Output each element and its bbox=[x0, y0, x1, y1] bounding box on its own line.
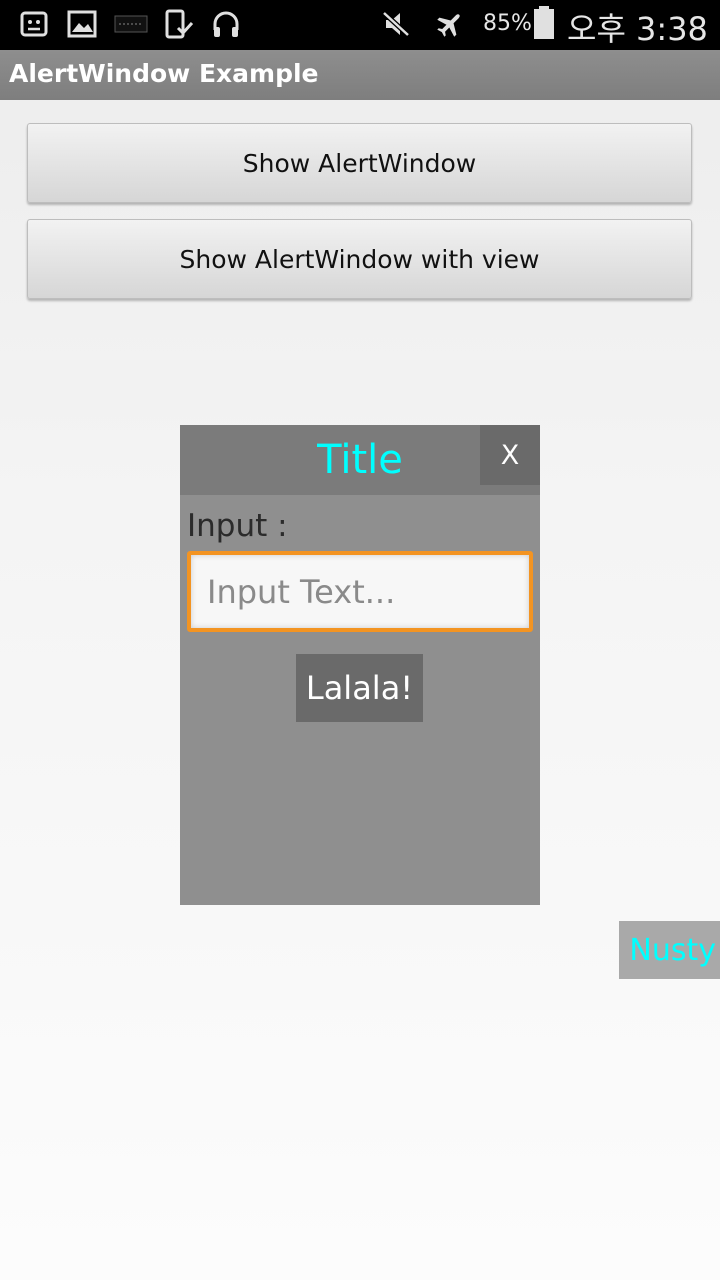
alert-window-header[interactable]: Title X bbox=[180, 425, 540, 495]
airplane-icon bbox=[437, 14, 460, 37]
mute-icon bbox=[382, 11, 410, 37]
lalala-button[interactable]: Lalala! bbox=[296, 654, 423, 722]
download-icon bbox=[165, 9, 194, 39]
lalala-label: Lalala! bbox=[305, 669, 414, 707]
clock: 오후 3:38 bbox=[567, 10, 708, 48]
action-bar: AlertWindow Example bbox=[0, 50, 720, 100]
nusty-label: Nusty bbox=[629, 932, 716, 968]
close-label: X bbox=[500, 439, 520, 471]
app-title: AlertWindow Example bbox=[9, 59, 319, 88]
close-button[interactable]: X bbox=[480, 425, 540, 485]
headphones-icon bbox=[213, 11, 239, 37]
battery-percent: 85% bbox=[483, 11, 532, 36]
text-input[interactable] bbox=[187, 551, 533, 632]
alert-window[interactable]: Title X Input : Lalala! bbox=[180, 425, 540, 905]
sync-icon bbox=[20, 11, 48, 37]
input-label: Input : bbox=[187, 508, 288, 544]
show-alertwindow-button[interactable]: Show AlertWindow bbox=[27, 123, 692, 203]
battery-icon bbox=[534, 6, 554, 39]
show-alertwindow-label: Show AlertWindow bbox=[242, 148, 477, 178]
show-alertwindow-with-view-label: Show AlertWindow with view bbox=[179, 244, 540, 274]
nusty-floating-tag[interactable]: Nusty bbox=[619, 921, 720, 979]
app-icon bbox=[114, 15, 148, 33]
status-bar: 85% 오후 3:38 bbox=[0, 0, 720, 50]
gallery-icon bbox=[67, 10, 97, 38]
show-alertwindow-with-view-button[interactable]: Show AlertWindow with view bbox=[27, 219, 692, 299]
